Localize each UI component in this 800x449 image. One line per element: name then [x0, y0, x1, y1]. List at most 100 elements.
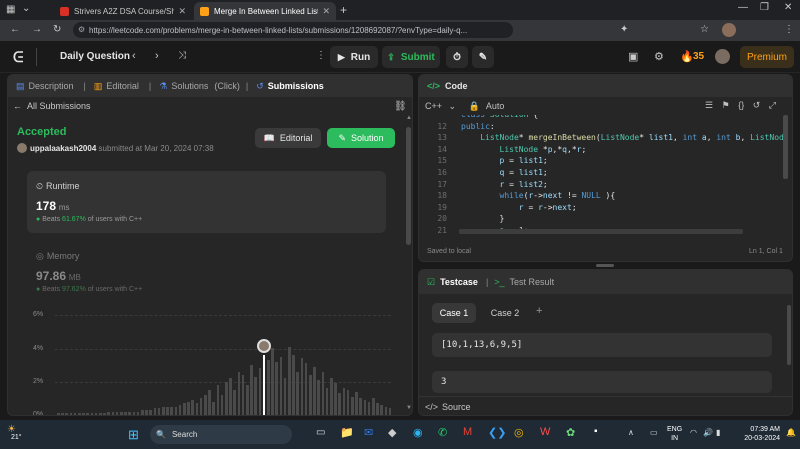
maximize-icon[interactable]: ❐: [760, 2, 769, 13]
distribution-bar[interactable]: [225, 381, 228, 415]
site-info-icon[interactable]: ⚙: [78, 25, 85, 34]
all-submissions-link[interactable]: ← All Submissions: [13, 101, 91, 111]
distribution-bar[interactable]: [267, 360, 270, 415]
distribution-bar[interactable]: [250, 365, 253, 415]
tab-editorial[interactable]: Editorial: [106, 81, 139, 91]
distribution-bar[interactable]: [388, 408, 392, 415]
distribution-bar[interactable]: [271, 348, 274, 415]
app-nv-icon[interactable]: ▪: [594, 426, 598, 437]
browser-tab-leetcode[interactable]: Merge In Between Linked Lists - ✕: [194, 2, 336, 20]
distribution-bar[interactable]: [246, 385, 249, 415]
distribution-bar[interactable]: [73, 413, 77, 415]
app-w-icon[interactable]: W: [540, 426, 550, 438]
notification-bell-icon[interactable]: 🔔: [786, 428, 796, 437]
extensions-icon[interactable]: ✦: [620, 24, 628, 35]
edge-icon[interactable]: ◉: [413, 426, 423, 439]
leetcode-logo-icon[interactable]: ᕮ: [13, 49, 27, 65]
distribution-bar[interactable]: [275, 361, 278, 415]
distribution-bar[interactable]: [57, 413, 60, 415]
distribution-bar[interactable]: [124, 411, 127, 415]
scroll-up-icon[interactable]: ▲: [406, 115, 412, 121]
distribution-bar[interactable]: [65, 413, 68, 415]
distribution-bar[interactable]: [183, 403, 186, 415]
mode-label[interactable]: Auto: [486, 101, 505, 111]
distribution-bar[interactable]: [212, 401, 215, 415]
forward-icon[interactable]: →: [32, 24, 42, 35]
distribution-bar[interactable]: [204, 395, 207, 415]
submitter-name[interactable]: uppalaakash2004: [30, 144, 96, 153]
distribution-bar[interactable]: [220, 395, 224, 415]
testcase-scrollbar[interactable]: [787, 305, 791, 365]
taskbar-search[interactable]: 🔍 Search: [150, 425, 292, 444]
expand-icon[interactable]: ⤢: [769, 100, 776, 110]
tab-click[interactable]: (Click): [214, 81, 240, 91]
distribution-bar[interactable]: [321, 371, 325, 415]
distribution-bar[interactable]: [283, 378, 287, 415]
settings-gear-icon[interactable]: ⚙: [654, 50, 664, 63]
distribution-bar[interactable]: [241, 375, 245, 415]
clock[interactable]: 07:39 AM 20-03-2024: [738, 425, 780, 443]
scroll-down-icon[interactable]: ▼: [406, 405, 412, 411]
window-menu-icon[interactable]: ▦: [6, 4, 15, 15]
distribution-bar[interactable]: [304, 363, 308, 415]
input-a[interactable]: 3: [432, 371, 772, 393]
distribution-bar[interactable]: [309, 375, 312, 415]
left-panel-scrollbar[interactable]: [406, 127, 411, 245]
language-select[interactable]: C++: [425, 101, 442, 111]
distribution-bar[interactable]: [157, 408, 161, 415]
distribution-bar[interactable]: [300, 358, 304, 415]
distribution-bar[interactable]: [233, 390, 236, 415]
back-icon[interactable]: ←: [10, 24, 20, 35]
shuffle-icon[interactable]: ⤨: [178, 50, 186, 61]
distribution-bar[interactable]: [174, 406, 178, 415]
code-hscrollbar[interactable]: [459, 229, 743, 234]
distribution-bar[interactable]: [342, 388, 346, 415]
timer-icon[interactable]: ⏱: [446, 46, 468, 68]
chrome-icon[interactable]: ◎: [514, 426, 524, 439]
close-tab-icon[interactable]: ✕: [322, 6, 330, 17]
distribution-bar[interactable]: [187, 401, 190, 415]
distribution-bar[interactable]: [78, 413, 81, 415]
language-indicator[interactable]: ENG IN: [667, 425, 682, 443]
input-list1[interactable]: [10,1,13,6,9,5]: [432, 333, 772, 357]
my-submission-avatar[interactable]: [257, 339, 272, 353]
windows-start-icon[interactable]: ⊞: [128, 427, 139, 443]
distribution-bar[interactable]: [292, 355, 295, 415]
close-tab-icon[interactable]: ✕: [178, 6, 186, 17]
profile-avatar[interactable]: [722, 23, 736, 37]
case-2-tab[interactable]: Case 2: [483, 303, 527, 323]
tray-chevron-icon[interactable]: ∧: [628, 428, 634, 437]
reset-icon[interactable]: ↺: [753, 100, 761, 110]
code-scrollbar[interactable]: [783, 115, 788, 179]
distribution-bar[interactable]: [191, 400, 194, 415]
next-problem-icon[interactable]: ›: [155, 50, 159, 62]
vscode-icon[interactable]: ❮❯: [488, 426, 506, 439]
distribution-bar[interactable]: [296, 371, 299, 415]
distribution-bar[interactable]: [103, 413, 106, 415]
distribution-bar[interactable]: [367, 401, 371, 415]
memory-card[interactable]: ◎ Memory 97.86 MB ● Beats 97.62% of users…: [27, 241, 386, 303]
app-leaf-icon[interactable]: ✿: [566, 426, 575, 439]
distribution-bar[interactable]: [334, 383, 337, 415]
distribution-bar[interactable]: [178, 405, 182, 415]
distribution-bar[interactable]: [69, 413, 73, 415]
distribution-bar[interactable]: [279, 356, 283, 415]
distribution-bar[interactable]: [216, 385, 220, 415]
editorial-button[interactable]: 📖 Editorial: [255, 128, 321, 148]
source-bar[interactable]: </> Source: [419, 396, 792, 415]
distribution-bar[interactable]: [115, 411, 119, 415]
tab-description[interactable]: Description: [29, 81, 74, 91]
distribution-bar[interactable]: [132, 411, 136, 415]
tab-testcase[interactable]: Testcase: [440, 277, 478, 287]
distribution-bar[interactable]: [262, 355, 266, 415]
solution-button[interactable]: ✎ Solution: [327, 128, 395, 148]
distribution-bar[interactable]: [359, 398, 362, 415]
chevron-down-icon[interactable]: ⌄: [449, 101, 457, 111]
distribution-bar[interactable]: [107, 411, 110, 415]
panel-resize-handle[interactable]: [596, 264, 614, 267]
distribution-bar[interactable]: [288, 346, 291, 415]
wifi-icon[interactable]: ◠: [690, 428, 697, 437]
user-avatar[interactable]: [715, 49, 730, 64]
distribution-bar[interactable]: [330, 378, 333, 415]
distribution-bar[interactable]: [363, 400, 367, 415]
